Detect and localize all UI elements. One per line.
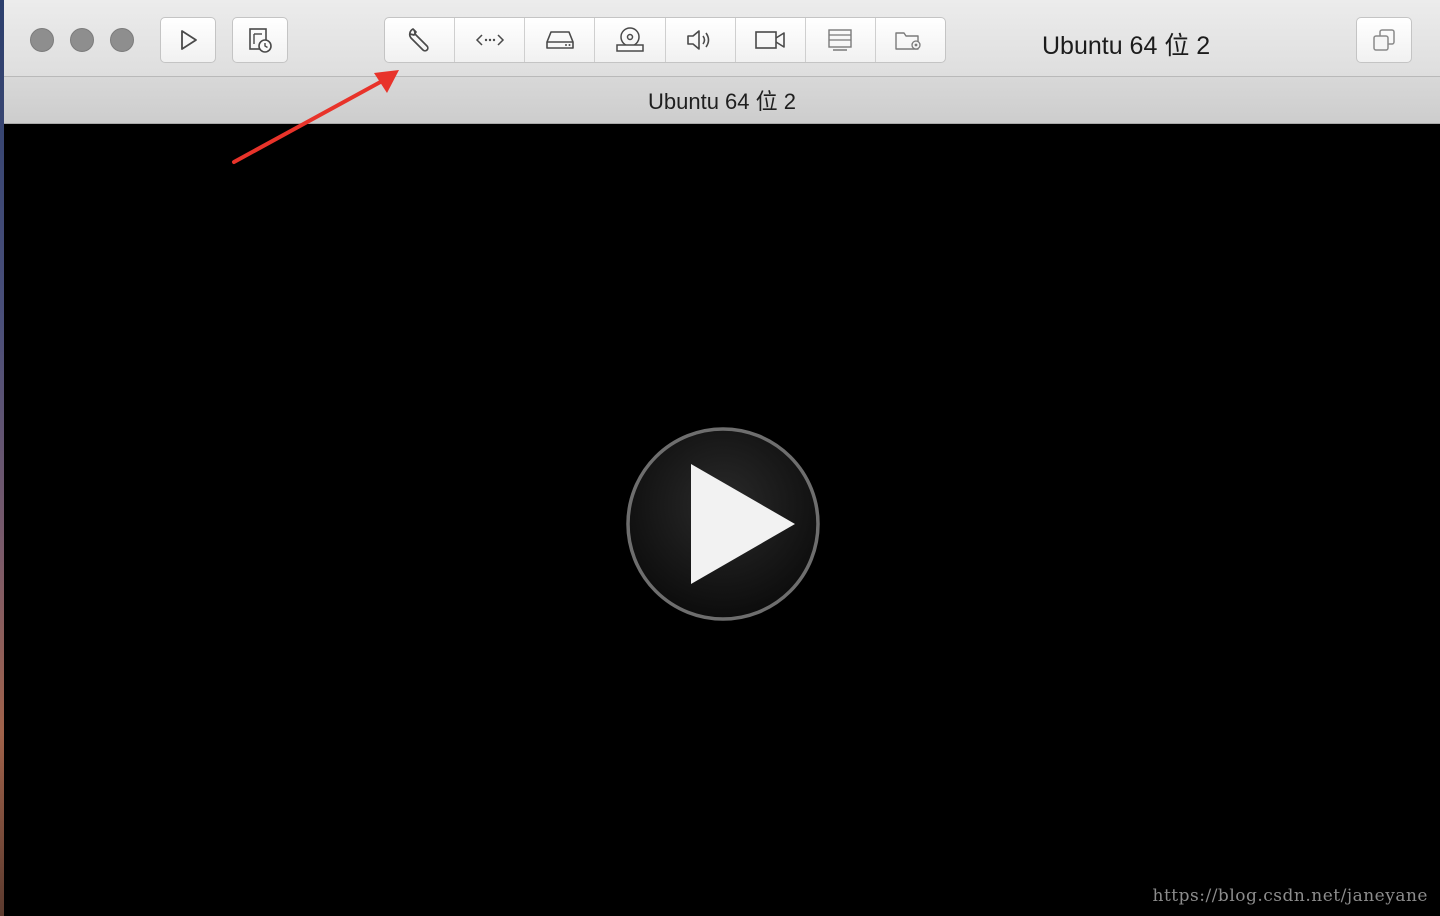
settings-button[interactable] <box>385 18 456 62</box>
hard-disk-button[interactable] <box>525 18 596 62</box>
fullscreen-copy-icon <box>1373 29 1395 51</box>
fullscreen-button[interactable] <box>1356 17 1412 63</box>
minimize-window-button[interactable] <box>70 28 94 52</box>
shared-folder-icon <box>895 32 922 50</box>
shared-folder-button[interactable] <box>876 18 945 62</box>
play-icon <box>181 30 197 50</box>
play-circle-icon[interactable] <box>625 426 821 622</box>
start-vm-button[interactable] <box>160 17 216 63</box>
snapshot-button[interactable] <box>232 17 288 63</box>
speaker-icon <box>687 30 710 50</box>
camera-button[interactable] <box>736 18 806 62</box>
printer-button[interactable] <box>806 18 876 62</box>
window-title: Ubuntu 64 位 2 <box>1042 32 1211 60</box>
hard-disk-icon <box>546 31 574 49</box>
sound-button[interactable] <box>666 18 736 62</box>
window-toolbar: Ubuntu 64 位 2 <box>4 0 1440 77</box>
snapshot-icon <box>249 28 272 53</box>
device-toolbar-group <box>384 17 946 63</box>
network-arrows-icon <box>475 34 504 46</box>
vm-display[interactable]: https://blog.csdn.net/janeyane <box>4 124 1440 916</box>
close-window-button[interactable] <box>30 28 54 52</box>
camera-icon <box>755 31 785 49</box>
optical-drive-icon <box>616 27 644 52</box>
optical-drive-button[interactable] <box>595 18 666 62</box>
watermark: https://blog.csdn.net/janeyane <box>1152 886 1428 906</box>
printer-icon <box>828 29 853 51</box>
network-button[interactable] <box>455 18 526 62</box>
zoom-window-button[interactable] <box>110 28 134 52</box>
vm-tab-bar: Ubuntu 64 位 2 <box>4 77 1440 124</box>
wrench-icon <box>408 28 429 52</box>
vm-tab[interactable]: Ubuntu 64 位 2 <box>648 84 796 116</box>
vm-window: Ubuntu 64 位 2 Ubuntu 64 位 2 https://blog… <box>4 0 1440 916</box>
